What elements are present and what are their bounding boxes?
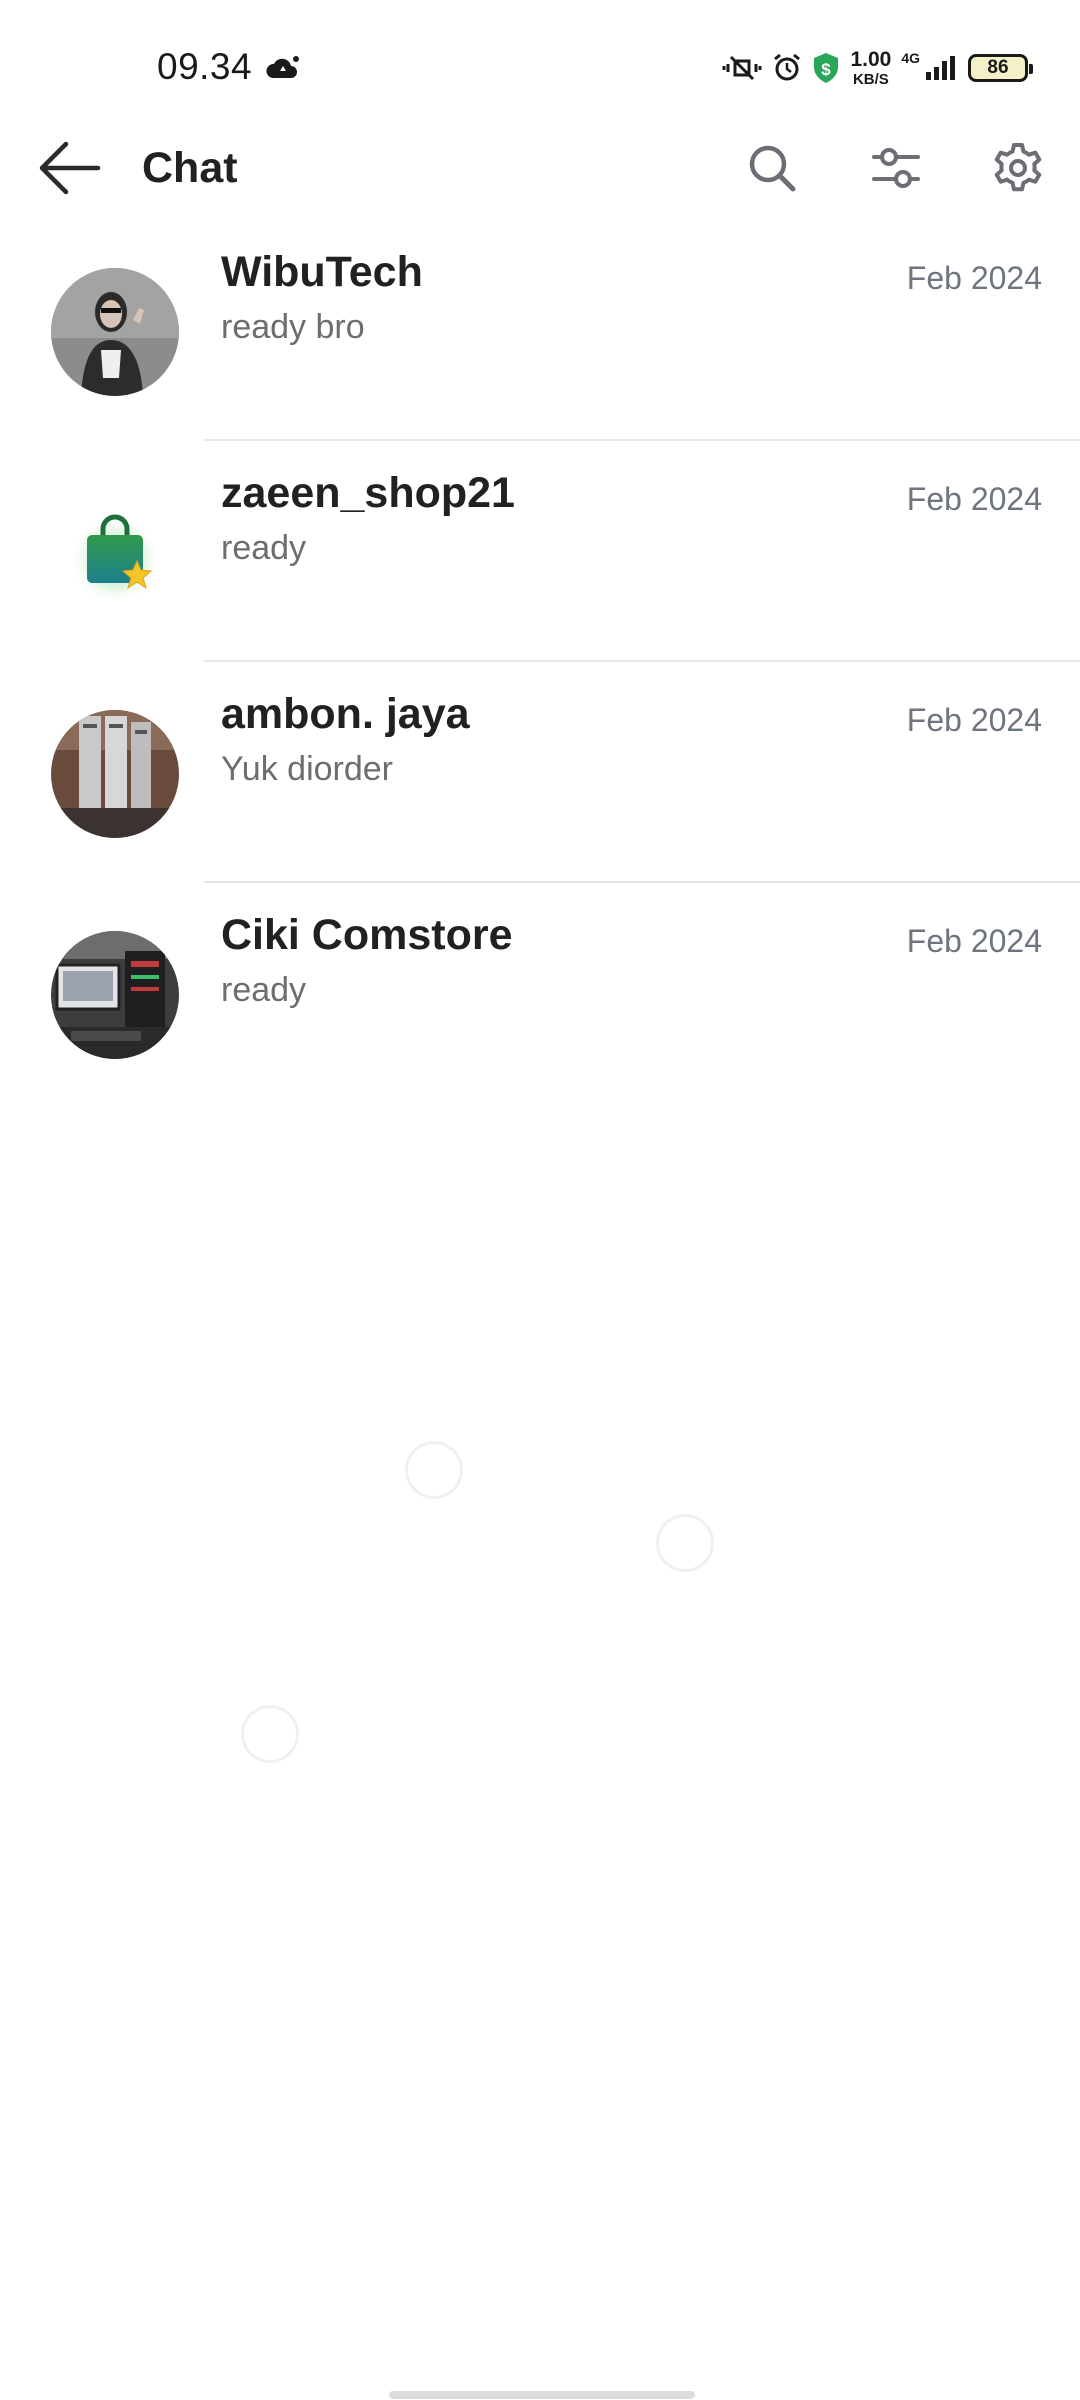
chat-list: WibuTech ready bro Feb 2024 zaeen_shop21… (0, 220, 1080, 1104)
home-indicator[interactable] (389, 2391, 695, 2399)
search-button[interactable] (732, 130, 812, 210)
status-bar: 09.34 $ 1.00 KB/S 4G 86 (0, 0, 1080, 130)
chat-preview: ready bro (221, 308, 365, 346)
gear-icon (992, 142, 1044, 199)
chat-item-ambon-jaya[interactable]: ambon. jaya Yuk diorder Feb 2024 (0, 662, 1080, 883)
weather-cloud-icon (265, 54, 301, 82)
chat-date: Feb 2024 (906, 702, 1042, 738)
chat-date: Feb 2024 (906, 481, 1042, 517)
status-icons: $ 1.00 KB/S 4G 86 (722, 44, 1033, 92)
avatar (51, 268, 179, 396)
shopping-bag-star-icon (51, 509, 179, 621)
chat-name: zaeen_shop21 (221, 469, 515, 517)
loading-indicator (405, 1441, 463, 1499)
avatar (51, 489, 179, 617)
network-speed-unit: KB/S (852, 71, 889, 88)
network-speed-value: 1.00 (850, 48, 892, 71)
chat-name: ambon. jaya (221, 690, 470, 738)
chat-item-zaeen-shop21[interactable]: zaeen_shop21 ready Feb 2024 (0, 441, 1080, 662)
battery-level: 86 (987, 57, 1009, 78)
chat-name: WibuTech (221, 248, 423, 296)
network-speed: 1.00 KB/S (850, 49, 891, 87)
battery-indicator: 86 (968, 54, 1033, 82)
network-type: 4G (901, 50, 920, 66)
signal-icon (924, 54, 958, 82)
page-title: Chat (142, 144, 238, 192)
alarm-icon (772, 53, 802, 83)
loading-indicator (241, 1705, 299, 1763)
loading-indicator (656, 1514, 714, 1572)
chat-date: Feb 2024 (906, 923, 1042, 959)
avatar (51, 931, 179, 1059)
chat-item-ciki-comstore[interactable]: Ciki Comstore ready Feb 2024 (0, 883, 1080, 1104)
app-bar: Chat (0, 120, 1080, 220)
svg-text:$: $ (822, 60, 832, 79)
chat-date: Feb 2024 (906, 260, 1042, 296)
shield-dollar-icon: $ (812, 52, 840, 84)
chat-preview: ready (221, 971, 307, 1009)
avatar (51, 710, 179, 838)
chat-name: Ciki Comstore (221, 911, 513, 959)
back-button[interactable] (30, 132, 108, 208)
chat-screen: 09.34 $ 1.00 KB/S 4G 86 Chat WibuTech re… (0, 0, 1080, 2400)
sliders-icon (871, 145, 921, 196)
search-icon (747, 143, 797, 198)
chat-preview: Yuk diorder (221, 750, 393, 788)
settings-button[interactable] (978, 130, 1058, 210)
arrow-left-icon (36, 140, 102, 201)
vibrate-mute-icon (722, 53, 762, 83)
chat-preview: ready (221, 529, 307, 567)
filter-button[interactable] (856, 130, 936, 210)
chat-item-wibutech[interactable]: WibuTech ready bro Feb 2024 (0, 220, 1080, 441)
status-time: 09.34 (157, 46, 253, 87)
